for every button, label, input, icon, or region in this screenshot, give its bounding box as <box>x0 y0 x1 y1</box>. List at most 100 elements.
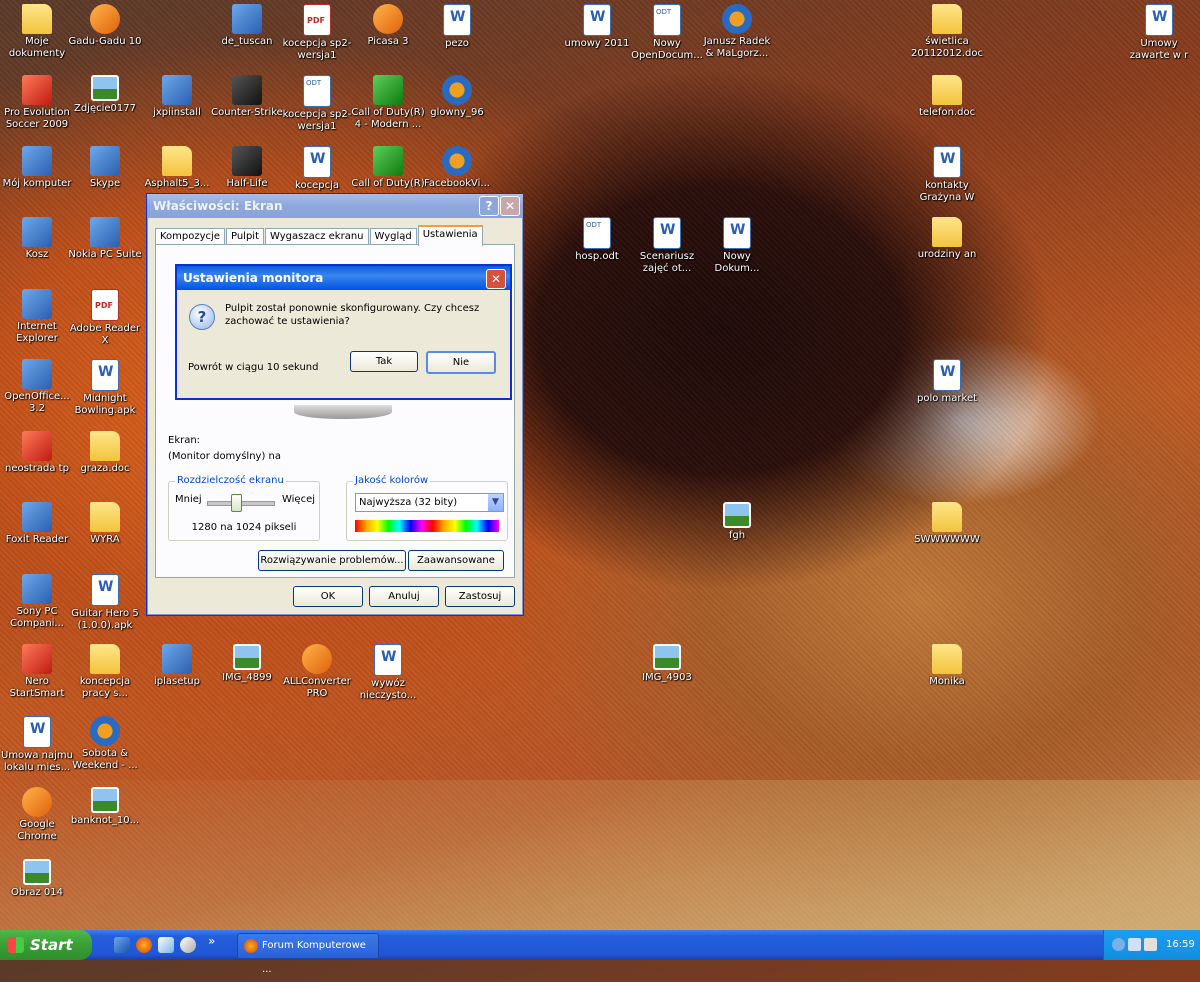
show-desktop-icon[interactable] <box>158 937 174 953</box>
desktop-icon[interactable]: Sony PC Compani... <box>0 574 74 630</box>
desktop-icon[interactable]: Picasa 3 <box>351 4 425 48</box>
tab-wyglad[interactable]: Wygląd <box>369 228 417 245</box>
desktop-icon[interactable]: Call of Duty(R) 4 - Modern ... <box>351 75 425 131</box>
desktop-icon[interactable]: Half-Life <box>210 146 284 190</box>
desktop-icon[interactable]: de_tuscan <box>210 4 284 48</box>
window-close-button[interactable]: ✕ <box>500 196 520 216</box>
desktop-icon[interactable]: świetlica 20112012.doc <box>910 4 984 60</box>
dialog-close-button[interactable]: ✕ <box>486 269 506 289</box>
cancel-button[interactable]: Anuluj <box>369 586 439 607</box>
desktop-icon[interactable]: banknot_10... <box>68 787 142 827</box>
desktop-icon[interactable]: SWWWWWW <box>910 502 984 546</box>
desktop-icon[interactable]: Guitar Hero 5 (1.0.0).apk <box>68 574 142 632</box>
ok-button[interactable]: OK <box>293 586 363 607</box>
desktop-icon[interactable]: Foxit Reader <box>0 502 74 546</box>
desktop-icon[interactable]: Umowa najmu lokalu mies... <box>0 716 74 774</box>
folder-icon <box>932 644 962 674</box>
chevron-down-icon[interactable]: ▼ <box>488 494 503 511</box>
desktop-icon[interactable]: Sobota & Weekend - ... <box>68 716 142 772</box>
desktop-icon[interactable]: OpenOffice... 3.2 <box>0 359 74 415</box>
desktop-icon[interactable]: IMG_4903 <box>630 644 704 684</box>
desktop-icon[interactable]: wywóz nieczysto... <box>351 644 425 702</box>
window-titlebar[interactable]: Właściwości: Ekran ? ✕ <box>147 194 523 218</box>
desktop-icon[interactable]: fgh <box>700 502 774 542</box>
troubleshoot-button[interactable]: Rozwiązywanie problemów... <box>258 550 406 571</box>
desktop-icon[interactable]: Zdjęcie0177 <box>68 75 142 115</box>
quicklaunch-overflow[interactable]: » <box>208 934 215 948</box>
yes-button[interactable]: Tak <box>350 351 418 372</box>
desktop-icon[interactable]: Nero StartSmart <box>0 644 74 700</box>
desktop-icon[interactable]: Moje dokumenty <box>0 4 74 60</box>
firefox-icon[interactable] <box>136 937 152 953</box>
desktop-icon[interactable]: telefon.doc <box>910 75 984 119</box>
taskbar-item-forum[interactable]: Forum Komputerowe ... <box>237 933 379 975</box>
desktop-icon[interactable]: neostrada tp <box>0 431 74 475</box>
desktop-icon-label: Skype <box>89 178 121 189</box>
desktop-icon[interactable]: Pro Evolution Soccer 2009 <box>0 75 74 131</box>
half-life-icon <box>232 146 262 176</box>
desktop-icon[interactable]: Midnight Bowling.apk <box>68 359 142 417</box>
desktop-icon[interactable]: Counter-Strike <box>210 75 284 119</box>
start-button[interactable]: Start <box>0 930 92 960</box>
clock[interactable]: 16:59 <box>1166 930 1195 960</box>
desktop-icon[interactable]: Asphalt5_3... <box>140 146 214 190</box>
desktop-icon[interactable]: kocepcja sp2-wersja1 <box>280 75 354 133</box>
tab-kompozycje[interactable]: Kompozycje <box>155 228 225 245</box>
desktop-icon[interactable]: ALLConverter PRO <box>280 644 354 700</box>
desktop-icon[interactable]: Call of Duty(R) <box>351 146 425 190</box>
apply-button[interactable]: Zastosuj <box>445 586 515 607</box>
desktop-icon[interactable]: umowy 2011 <box>560 4 634 50</box>
desktop-icon[interactable]: graza.doc <box>68 431 142 475</box>
volume-icon[interactable] <box>1144 938 1157 951</box>
desktop-icon[interactable]: kocepcja sp2-wersja1 <box>280 4 354 62</box>
help-button[interactable]: ? <box>479 196 499 216</box>
desktop-icon[interactable]: hosp.odt <box>560 217 634 263</box>
desktop-icon-label: de_tuscan <box>221 36 273 47</box>
desktop-icon[interactable]: Gadu-Gadu 10 <box>68 4 142 48</box>
tab-pulpit[interactable]: Pulpit <box>225 228 265 245</box>
desktop-icon[interactable]: kocepcja <box>280 146 354 192</box>
desktop-icon[interactable]: Google Chrome <box>0 787 74 843</box>
desktop-icon[interactable]: IMG_4899 <box>210 644 284 684</box>
word-document-icon <box>1145 4 1173 36</box>
desktop-icon[interactable]: Internet Explorer <box>0 289 74 345</box>
desktop-icon[interactable]: FacebookVi... <box>420 146 494 190</box>
desktop-icon[interactable]: Kosz <box>0 217 74 261</box>
desktop-icon[interactable]: Skype <box>68 146 142 190</box>
desktop-icon[interactable]: Nowy OpenDocum... <box>630 4 704 62</box>
image-file-icon <box>233 644 261 670</box>
tray-arrow-icon[interactable] <box>1112 938 1125 951</box>
desktop-icon[interactable]: WYRA <box>68 502 142 546</box>
game-icon <box>22 75 52 105</box>
advanced-button[interactable]: Zaawansowane <box>408 550 504 571</box>
desktop-icon[interactable]: iplasetup <box>140 644 214 688</box>
desktop-icon[interactable]: Mój komputer <box>0 146 74 190</box>
desktop-icon[interactable]: Nowy Dokum... <box>700 217 774 275</box>
desktop-icon-label: kocepcja sp2-wersja1 <box>282 109 352 132</box>
nokia-pc-suite-icon <box>90 217 120 247</box>
desktop-icon[interactable]: polo market <box>910 359 984 405</box>
desktop-icon[interactable]: Scenariusz zajęć ot... <box>630 217 704 275</box>
desktop-icon[interactable]: koncepcja pracy s... <box>68 644 142 700</box>
desktop-icon[interactable]: urodziny an <box>910 217 984 261</box>
media-player-icon[interactable] <box>180 937 196 953</box>
resolution-slider[interactable] <box>231 494 242 512</box>
network-icon[interactable] <box>1128 938 1141 951</box>
desktop-icon[interactable]: glowny_96 <box>420 75 494 119</box>
no-button[interactable]: Nie <box>426 351 496 374</box>
internet-explorer-icon[interactable] <box>114 937 130 953</box>
desktop-icon[interactable]: Obraz 014 <box>0 859 74 899</box>
tab-wygaszacz[interactable]: Wygaszacz ekranu <box>265 228 369 245</box>
dialog-titlebar[interactable]: Ustawienia monitora ✕ <box>177 266 510 290</box>
tab-ustawienia[interactable]: Ustawienia <box>417 225 483 246</box>
desktop-icon[interactable]: Monika <box>910 644 984 688</box>
desktop-icon[interactable]: pezo <box>420 4 494 50</box>
color-quality-select[interactable]: Najwyższa (32 bity) ▼ <box>355 493 504 512</box>
folder-icon <box>932 4 962 34</box>
desktop-icon[interactable]: jxpiinstall <box>140 75 214 119</box>
desktop-icon[interactable]: Nokia PC Suite <box>68 217 142 261</box>
desktop-icon[interactable]: kontakty Grażyna W <box>910 146 984 204</box>
desktop-icon[interactable]: Adobe Reader X <box>68 289 142 347</box>
desktop-icon[interactable]: Janusz Radek & MaLgorz... <box>700 4 774 60</box>
desktop-icon[interactable]: Umowy zawarte w r <box>1122 4 1196 62</box>
